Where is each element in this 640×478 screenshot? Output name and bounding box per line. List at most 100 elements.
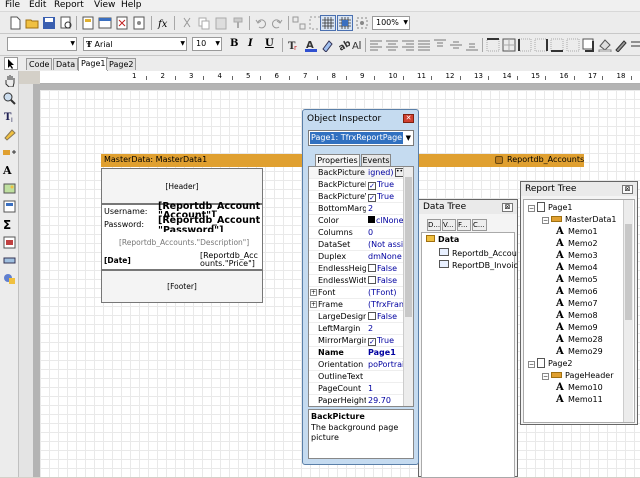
zoom-select[interactable]: 100% ▼ <box>372 16 410 30</box>
align-bottom-icon[interactable] <box>465 38 479 52</box>
collapse-icon[interactable]: − <box>528 361 535 368</box>
sum-icon[interactable]: Σ <box>3 218 16 232</box>
tab-properties[interactable]: Properties <box>315 154 360 166</box>
data-tree-item[interactable]: ReportDB_Invoic <box>439 260 518 272</box>
insert-band-icon[interactable] <box>2 146 17 159</box>
menu-report[interactable]: Report <box>54 0 84 11</box>
date-memo[interactable]: [Date] <box>104 256 131 265</box>
line-icon[interactable] <box>3 254 16 267</box>
property-row[interactable]: PageCount 1 <box>309 383 405 395</box>
report-tree-item[interactable]: A Memo2 <box>556 238 598 250</box>
show-grid-icon[interactable] <box>320 15 336 31</box>
footer-band[interactable]: [Footer] <box>101 270 263 303</box>
frame-all-icon[interactable] <box>502 38 516 52</box>
menu-edit[interactable]: Edit <box>29 0 46 11</box>
format-copy-icon[interactable] <box>3 128 16 141</box>
menu-view[interactable]: View <box>94 0 115 11</box>
report-tree-item[interactable]: A Memo29 <box>556 346 603 358</box>
unchecked-checkbox-icon[interactable] <box>368 264 376 272</box>
redo-icon[interactable] <box>270 16 284 30</box>
property-row[interactable]: OutlineText <box>309 371 405 383</box>
undo-icon[interactable] <box>254 16 268 30</box>
back-color-icon[interactable] <box>598 38 612 53</box>
report-tree-item[interactable]: A Memo3 <box>556 250 598 262</box>
scroll-thumb[interactable] <box>625 224 632 320</box>
system-text-icon[interactable] <box>3 236 16 249</box>
new-page-icon[interactable] <box>81 16 95 30</box>
paste-icon[interactable] <box>214 16 228 30</box>
menu-file[interactable]: File <box>5 0 20 11</box>
style-select[interactable]: ▼ <box>7 37 77 51</box>
object-select[interactable]: Page1: TfrxReportPage ▼ <box>308 130 414 146</box>
header-band[interactable]: [Header] <box>101 168 263 204</box>
expand-icon[interactable]: + <box>310 289 317 296</box>
font-settings-icon[interactable]: Tr <box>287 38 301 52</box>
shape-icon[interactable] <box>3 272 16 285</box>
report-tree-scrollbar[interactable] <box>623 200 633 422</box>
frame-left-icon[interactable] <box>518 38 532 52</box>
expand-icon[interactable]: + <box>310 301 317 308</box>
report-tree-item[interactable]: A Memo7 <box>556 298 598 310</box>
collapse-icon[interactable]: − <box>528 205 535 212</box>
align-justify-icon[interactable] <box>417 38 431 52</box>
frame-bottom-icon[interactable] <box>550 38 564 52</box>
report-tree-item[interactable]: − Page1 <box>528 202 572 214</box>
report-tree-item[interactable]: A Memo4 <box>556 262 598 274</box>
picture-icon[interactable] <box>3 182 16 195</box>
cut-icon[interactable] <box>180 16 194 30</box>
highlight-icon[interactable] <box>320 38 334 53</box>
property-scrollbar[interactable] <box>403 167 413 406</box>
report-tree-item[interactable]: A Memo1 <box>556 226 598 238</box>
zoom-icon[interactable] <box>3 92 16 105</box>
report-tree-item[interactable]: A Memo11 <box>556 394 603 406</box>
property-row[interactable]: BottomMargin2 <box>309 203 405 215</box>
property-row[interactable]: LeftMargin 2 <box>309 323 405 335</box>
report-tree-item[interactable]: A Memo9 <box>556 322 598 334</box>
font-name-select[interactable]: Ŧ Arial ▼ <box>83 37 187 51</box>
tab-code[interactable]: Code <box>26 58 53 70</box>
description-memo[interactable]: [Reportdb_Accounts."Description"] <box>119 238 249 247</box>
expression-icon[interactable]: fx <box>156 16 170 30</box>
italic-button[interactable]: I <box>248 38 262 52</box>
data-tree-tab-datasets[interactable]: D... <box>427 219 441 231</box>
frame-none-icon[interactable] <box>566 38 580 52</box>
new-dialog-icon[interactable] <box>98 16 112 30</box>
underline-button[interactable]: U <box>265 38 279 52</box>
data-tree-tab-functions[interactable]: F... <box>457 219 471 231</box>
property-row[interactable]: Columns 0 <box>309 227 405 239</box>
property-row[interactable]: Name Page1 <box>309 347 405 359</box>
report-tree-item[interactable]: − Page2 <box>528 358 572 370</box>
property-row[interactable]: BackPictureVi✓True <box>309 191 405 203</box>
report-tree-item[interactable]: A Memo28 <box>556 334 603 346</box>
text-edit-icon[interactable]: TI <box>3 110 16 124</box>
menu-help[interactable]: Help <box>121 0 142 11</box>
report-tree-item[interactable]: A Memo6 <box>556 286 598 298</box>
subreport-icon[interactable] <box>3 200 16 213</box>
close-icon[interactable]: ⊠ <box>622 185 633 194</box>
report-tree-item[interactable]: A Memo8 <box>556 310 598 322</box>
checked-checkbox-icon[interactable]: ✓ <box>368 338 376 346</box>
tab-data[interactable]: Data <box>53 58 79 70</box>
align-right-icon[interactable] <box>401 38 415 52</box>
property-row[interactable]: BackPicture igned) ••• <box>309 167 407 179</box>
align-left-icon[interactable] <box>369 38 383 52</box>
unchecked-checkbox-icon[interactable] <box>368 276 376 284</box>
align-to-grid-icon[interactable] <box>337 15 353 31</box>
font-color-icon[interactable]: A <box>304 38 318 52</box>
tab-events[interactable]: Events <box>361 154 391 166</box>
property-row[interactable]: Orientation poPortrai <box>309 359 405 371</box>
hand-icon[interactable] <box>3 74 16 88</box>
data-tree-tab-variables[interactable]: V... <box>442 219 456 231</box>
property-row[interactable]: + Frame (TfrxFran <box>309 299 405 311</box>
shadow-icon[interactable] <box>582 38 596 52</box>
property-row[interactable]: DataSet (Not assig <box>309 239 406 251</box>
frame-top-icon[interactable] <box>486 38 500 52</box>
close-icon[interactable]: ⊠ <box>502 203 513 212</box>
fit-to-grid-icon[interactable] <box>355 16 369 30</box>
select-tool-button[interactable] <box>4 57 18 70</box>
data-tree-root[interactable]: Data <box>426 234 459 246</box>
property-row[interactable]: Color clNone <box>309 215 405 227</box>
data-tree-item[interactable]: Reportdb_Accou <box>439 248 517 260</box>
frame-style-icon[interactable] <box>630 38 640 52</box>
text-size-icon[interactable]: A <box>350 38 364 52</box>
